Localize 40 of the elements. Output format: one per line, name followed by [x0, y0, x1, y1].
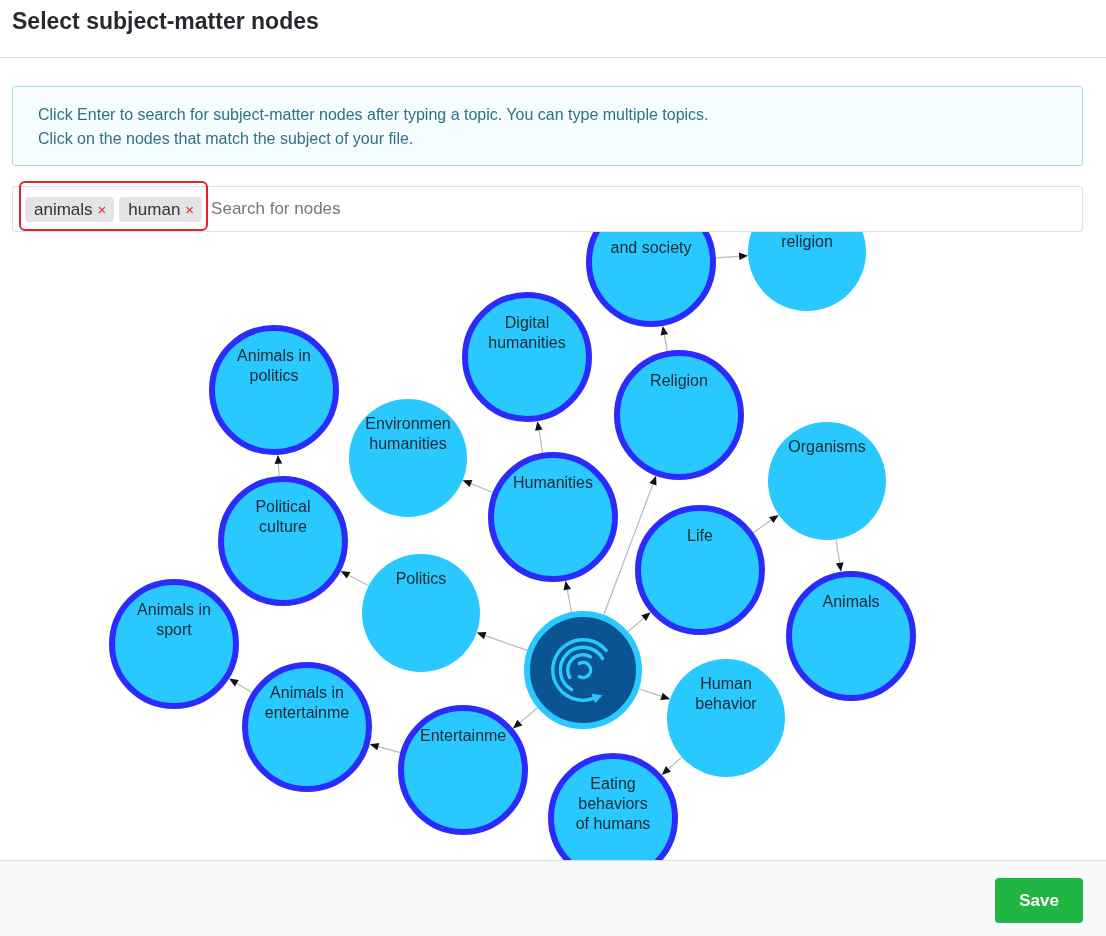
tag-label: animals [34, 198, 93, 221]
arrow-connector [274, 454, 283, 477]
page-title: Select subject-matter nodes [12, 7, 319, 35]
graph-node[interactable]: Human behavior [667, 659, 785, 777]
info-text: Click on the nodes that match the subject of your file. [38, 129, 414, 149]
arrow-connector [340, 571, 370, 587]
arrow-connector [638, 688, 671, 700]
graph-node[interactable]: Animals in politics [209, 325, 339, 455]
arrow-connector [476, 632, 528, 651]
graph-node[interactable]: Digital humanities [462, 292, 592, 422]
graph-node[interactable]: religion [748, 232, 866, 311]
graph-node[interactable]: and society [586, 232, 716, 327]
graph-node[interactable]: Religion [614, 350, 744, 480]
graph-node[interactable]: Environmen humanities [349, 399, 467, 517]
arrow-connector [752, 514, 779, 534]
arrow-connector [715, 252, 749, 261]
arrow-connector [462, 480, 494, 494]
arrow-connector [835, 538, 844, 572]
graph-node[interactable]: Entertainme [398, 705, 528, 835]
graph-node[interactable]: Political culture [218, 476, 348, 606]
arrow-connector [660, 325, 669, 352]
arrow-connector [229, 678, 253, 694]
graph-node[interactable]: Humanities [488, 452, 618, 582]
remove-tag-button[interactable]: × [185, 196, 195, 222]
arrow-connector [512, 707, 539, 729]
graph-node[interactable]: Eating behaviors of humans [548, 753, 678, 860]
graph-node[interactable]: Animals in sport [109, 579, 239, 709]
arrow-connector [369, 743, 401, 754]
remove-tag-button[interactable]: × [97, 196, 107, 222]
arrow-connector [563, 580, 573, 613]
arrow-connector [535, 421, 544, 454]
search-input[interactable]: Search for nodes [211, 194, 1070, 224]
graph-node[interactable]: Animals [786, 571, 916, 701]
tag-label: human [128, 198, 181, 221]
graph-node[interactable]: Life [635, 505, 765, 635]
info-text: Click Enter to search for subject-matter nodes after typing a topic. You can type multiple topics. [38, 105, 709, 125]
graph-node[interactable]: Organisms [768, 422, 886, 540]
arrow-connector [661, 756, 683, 775]
graph-node[interactable]: Animals in entertainme [242, 662, 372, 792]
graph-node[interactable]: Politics [362, 554, 480, 672]
